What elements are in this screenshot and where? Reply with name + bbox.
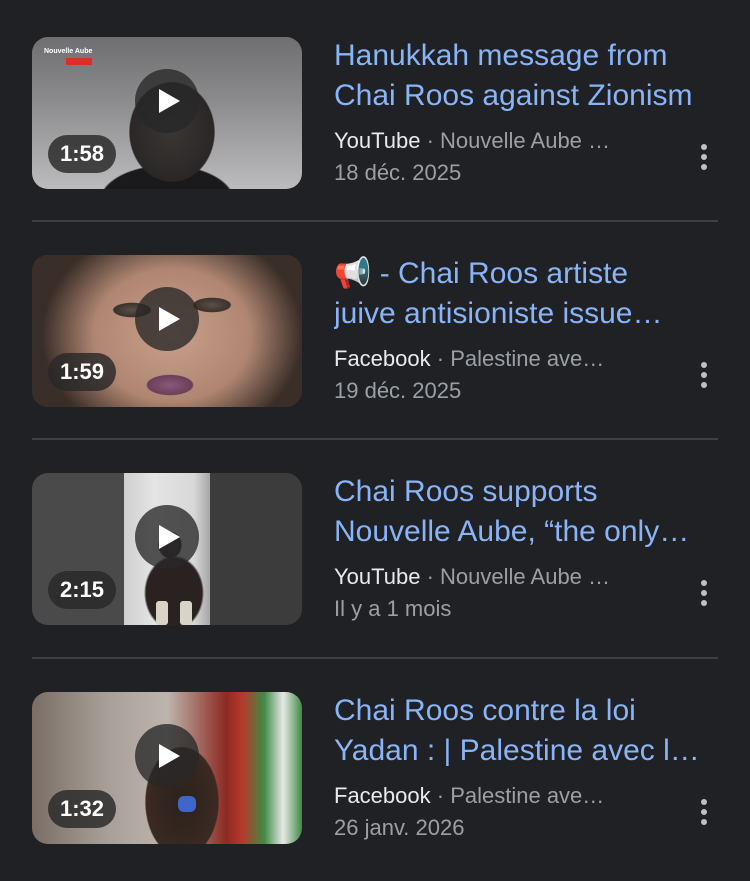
video-title-link[interactable]: Chai Roos contre la loi Yadan : | Palest… (334, 691, 719, 771)
duration-badge: 1:58 (48, 135, 117, 173)
video-title-line: 📢 - Chai Roos artiste (334, 257, 629, 290)
video-channel: Nouvelle Aube … (440, 564, 611, 589)
play-icon (159, 89, 180, 113)
more-options-button[interactable] (690, 140, 718, 174)
video-result[interactable]: Nouvelle Aube 1:58 Hanukkah message from… (0, 0, 750, 218)
play-button[interactable] (135, 724, 199, 788)
more-options-button[interactable] (690, 795, 718, 829)
video-thumbnail[interactable]: 2:15 (32, 473, 302, 625)
video-title-line: Chai Roos against Zionism (334, 79, 693, 112)
play-button[interactable] (135, 287, 199, 351)
video-title-line: Nouvelle Aube, “the only… (334, 515, 690, 548)
video-date: 19 déc. 2025 (334, 378, 462, 403)
video-title-line: Yadan : | Palestine avec l… (334, 734, 700, 767)
video-thumbnail[interactable]: 1:59 (32, 255, 302, 407)
play-button[interactable] (135, 505, 199, 569)
video-result[interactable]: 1:59 📢 - Chai Roos artiste juive antisio… (0, 218, 750, 436)
video-date: 18 déc. 2025 (334, 160, 462, 185)
video-title-line: Chai Roos supports (334, 475, 598, 508)
more-options-button[interactable] (690, 576, 718, 610)
video-source: YouTube (334, 564, 421, 589)
thumbnail-logo: Nouvelle Aube (44, 47, 98, 67)
meta-separator: · (426, 564, 434, 589)
video-meta: Facebook · Palestine ave… (334, 781, 644, 811)
play-icon (159, 525, 180, 549)
duration-badge: 1:59 (48, 353, 117, 391)
video-date: Il y a 1 mois (334, 596, 452, 621)
more-options-button[interactable] (690, 358, 718, 392)
thumbnail-microphone (178, 796, 196, 812)
video-title-line: Chai Roos contre la loi (334, 694, 636, 727)
duration-badge: 1:32 (48, 790, 117, 828)
video-meta: YouTube · Nouvelle Aube … (334, 562, 644, 592)
video-meta: Facebook · Palestine ave… (334, 344, 644, 374)
video-title-link[interactable]: 📢 - Chai Roos artiste juive antisioniste… (334, 254, 719, 334)
video-source: Facebook (334, 346, 431, 371)
meta-separator: · (436, 783, 445, 808)
video-title-line: Hanukkah message from (334, 39, 668, 72)
play-icon (159, 307, 180, 331)
duration-badge: 2:15 (48, 571, 117, 609)
video-date: 26 janv. 2026 (334, 815, 465, 840)
video-meta: YouTube · Nouvelle Aube … (334, 126, 644, 156)
video-channel: Nouvelle Aube … (440, 128, 611, 153)
video-channel: Palestine ave… (450, 783, 605, 808)
video-result[interactable]: 1:32 Chai Roos contre la loi Yadan : | P… (0, 655, 750, 873)
thumbnail-logo-text: Nouvelle Aube (44, 48, 93, 55)
video-source: Facebook (334, 783, 431, 808)
meta-separator: · (436, 346, 445, 371)
thumbnail-candles (154, 593, 198, 625)
video-title-link[interactable]: Hanukkah message from Chai Roos against … (334, 36, 719, 116)
video-result[interactable]: 2:15 Chai Roos supports Nouvelle Aube, “… (0, 436, 750, 654)
video-title-line: juive antisioniste issue… (334, 297, 663, 330)
video-channel: Palestine ave… (450, 346, 605, 371)
play-button[interactable] (135, 69, 199, 133)
play-icon (159, 744, 180, 768)
video-thumbnail[interactable]: Nouvelle Aube 1:58 (32, 37, 302, 189)
video-thumbnail[interactable]: 1:32 (32, 692, 302, 844)
video-source: YouTube (334, 128, 421, 153)
video-title-link[interactable]: Chai Roos supports Nouvelle Aube, “the o… (334, 472, 719, 552)
meta-separator: · (426, 128, 434, 153)
